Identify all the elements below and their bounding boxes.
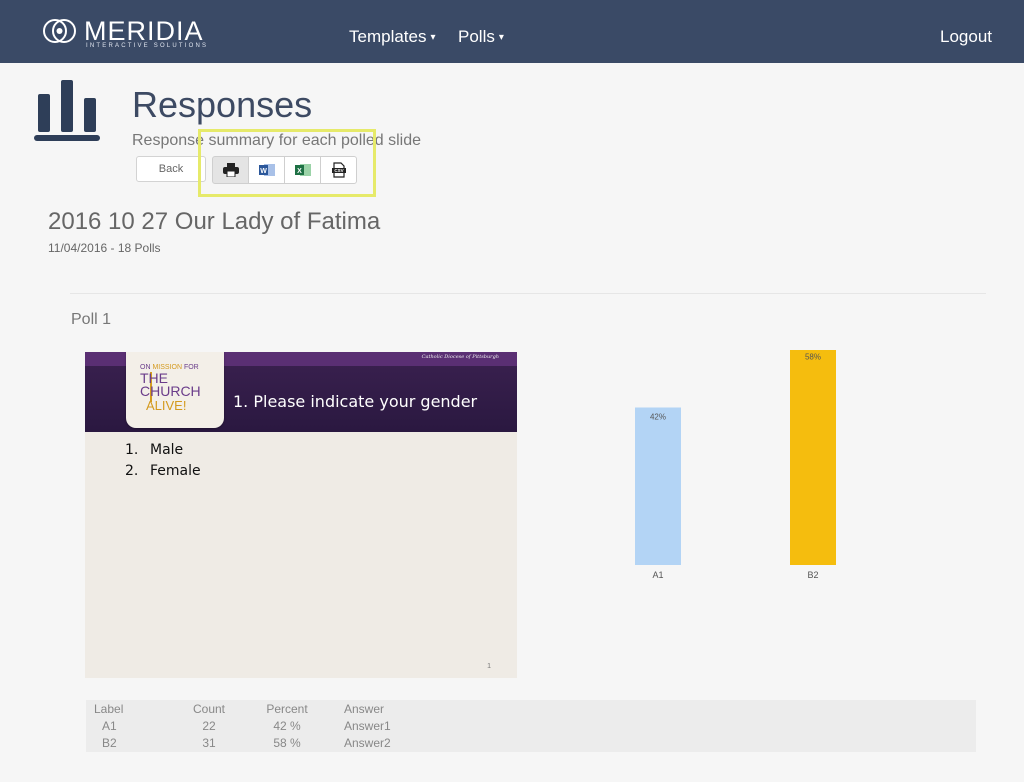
badge-alive: ALIVE!: [146, 398, 187, 413]
slide-preview: Catholic Diocese of Pittsburgh ON MISSIO…: [85, 352, 517, 678]
caret-down-icon: ▾: [430, 32, 436, 44]
cell-percent: 58 %: [273, 735, 301, 750]
chart-bar-a1: [635, 407, 681, 565]
slide-page-number: 1: [487, 663, 491, 670]
answer-text: Male: [150, 442, 184, 458]
table-row: B2 31 58 % Answer2: [86, 734, 464, 751]
svg-text:CSV: CSV: [334, 168, 343, 173]
nav-polls-menu[interactable]: Polls ▾: [458, 27, 504, 47]
section-divider: [70, 293, 986, 294]
chart-category-label: B2: [807, 570, 818, 580]
bar-chart-icon: [34, 80, 100, 141]
slide-answer-list: 1. Male 2. Female: [125, 440, 201, 482]
cell-count: 22: [202, 718, 216, 733]
svg-text:W: W: [260, 168, 267, 175]
cell-label: A1: [102, 718, 117, 733]
presentation-title: 2016 10 27 Our Lady of Fatima: [48, 208, 381, 235]
top-navbar: MERIDIA INTERACTIVE SOLUTIONS Templates ▾…: [0, 0, 1024, 63]
csv-icon: CSV: [331, 162, 346, 178]
print-button[interactable]: [212, 156, 249, 184]
cell-percent: 42 %: [273, 718, 301, 733]
slide-question: 1. Please indicate your gender: [233, 392, 478, 411]
answer-number: 1.: [125, 442, 139, 458]
nav-templates-label: Templates: [349, 27, 427, 46]
print-icon: [222, 163, 239, 177]
chart-bar-b2: [790, 350, 836, 565]
header-label: Label: [94, 701, 124, 716]
results-table-container: Label Count Percent Answer A1 22 42 % An…: [86, 700, 976, 752]
slide-answer: 1. Male: [125, 440, 201, 461]
cell-label: B2: [102, 735, 117, 750]
export-button-group: W X CSV: [212, 156, 357, 184]
word-icon: W: [258, 164, 275, 176]
nav-templates-menu[interactable]: Templates ▾: [349, 27, 436, 47]
header-percent: Percent: [266, 701, 308, 716]
table-header-row: Label Count Percent Answer: [86, 700, 464, 717]
nav-polls-label: Polls: [458, 27, 495, 46]
page-subtitle: Response summary for each polled slide: [132, 132, 422, 149]
presentation-meta: 11/04/2016 - 18 Polls: [48, 241, 161, 255]
poll-label: Poll 1: [71, 311, 112, 328]
export-word-button[interactable]: W: [248, 156, 285, 184]
page-title: Responses: [132, 84, 313, 125]
slide-answer: 2. Female: [125, 461, 201, 482]
logout-link[interactable]: Logout: [940, 27, 992, 47]
header-answer: Answer: [344, 701, 385, 716]
church-alive-logo: ON MISSION FOR THE CHURCH ALIVE!: [126, 352, 224, 428]
brand-tagline: INTERACTIVE SOLUTIONS: [86, 43, 209, 49]
badge-for: FOR: [182, 364, 199, 371]
meridia-logo-icon: [43, 19, 76, 43]
table-row: A1 22 42 % Answer1: [86, 717, 464, 734]
svg-text:X: X: [297, 168, 302, 175]
chart-data-label: 58%: [805, 353, 821, 362]
excel-icon: X: [294, 164, 311, 176]
cell-answer: Answer2: [344, 735, 391, 750]
header-count: Count: [192, 701, 226, 716]
badge-church: CHURCH: [140, 383, 201, 399]
slide-diocese-text: Catholic Diocese of Pittsburgh: [421, 354, 499, 360]
cell-answer: Answer1: [344, 718, 391, 733]
export-excel-button[interactable]: X: [284, 156, 321, 184]
results-table: Label Count Percent Answer A1 22 42 % An…: [86, 700, 464, 751]
answer-number: 2.: [125, 463, 139, 479]
caret-down-icon: ▾: [498, 32, 504, 44]
poll-results-chart: 42% A1 58% B2: [635, 350, 836, 580]
export-csv-button[interactable]: CSV: [320, 156, 357, 184]
back-button[interactable]: Back: [136, 156, 206, 182]
answer-text: Female: [150, 463, 201, 479]
chart-data-label: 42%: [650, 413, 666, 422]
chart-category-label: A1: [652, 570, 663, 580]
cell-count: 31: [202, 735, 216, 750]
